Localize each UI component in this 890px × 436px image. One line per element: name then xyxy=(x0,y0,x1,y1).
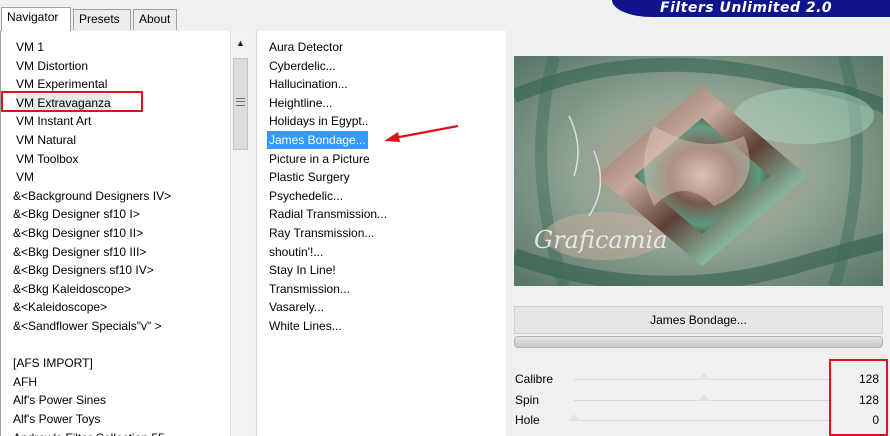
param-slider-thumb[interactable] xyxy=(568,414,580,421)
category-item[interactable]: Alf's Power Sines xyxy=(13,391,106,409)
category-item[interactable]: VM 1 xyxy=(16,38,44,56)
params-highlight-box xyxy=(829,359,888,436)
param-label: Spin xyxy=(515,393,540,407)
param-slider-track[interactable] xyxy=(574,420,833,421)
filter-item[interactable]: shoutin'!... xyxy=(267,243,325,261)
scroll-thumb[interactable] xyxy=(233,58,248,150)
filter-item[interactable]: Radial Transmission... xyxy=(267,205,389,223)
param-slider-thumb[interactable] xyxy=(697,373,710,380)
tab-about[interactable]: About xyxy=(133,9,177,30)
category-item[interactable]: VM Distortion xyxy=(16,57,88,75)
filter-item[interactable]: Stay In Line! xyxy=(267,261,338,279)
filter-item[interactable]: Cyberdelic... xyxy=(267,57,338,75)
tab-navigator[interactable]: Navigator xyxy=(1,7,71,31)
progress-bar xyxy=(514,336,883,348)
filter-item[interactable]: Transmission... xyxy=(267,280,352,298)
app-title-banner: Filters Unlimited 2.0 xyxy=(612,0,890,17)
category-item[interactable]: &<Sandflower Specials"v" > xyxy=(13,317,162,335)
param-slider-thumb[interactable] xyxy=(697,394,710,401)
param-row-hole[interactable]: Hole 0 xyxy=(514,410,883,430)
category-item[interactable]: &<Bkg Designers sf10 IV> xyxy=(13,261,154,279)
category-item[interactable]: VM xyxy=(16,168,34,186)
param-row-spin[interactable]: Spin 128 xyxy=(514,390,883,410)
category-item[interactable]: VM Toolbox xyxy=(16,150,78,168)
category-item[interactable]: AFH xyxy=(13,373,37,391)
preview-watermark: Graficamia xyxy=(534,226,667,254)
param-label: Hole xyxy=(515,413,540,427)
category-item[interactable]: &<Kaleidoscope> xyxy=(13,298,107,316)
preview-image: Graficamia xyxy=(514,56,883,286)
category-item[interactable]: Andrew's Filter Collection 55 xyxy=(13,429,165,436)
filter-item[interactable]: Plastic Surgery xyxy=(267,168,352,186)
filter-item[interactable]: White Lines... xyxy=(267,317,344,335)
filter-item-selected[interactable]: James Bondage... xyxy=(267,131,368,149)
category-item[interactable]: Alf's Power Toys xyxy=(13,410,100,428)
tab-presets[interactable]: Presets xyxy=(73,9,131,30)
tab-strip: Navigator Presets About Filters Unlimite… xyxy=(0,0,890,31)
category-item[interactable]: &<Bkg Designer sf10 I> xyxy=(13,205,140,223)
filter-name-button[interactable]: James Bondage... xyxy=(514,306,883,334)
category-item[interactable]: VM Natural xyxy=(16,131,76,149)
filter-list[interactable]: Aura Detector Cyberdelic... Hallucination.… xyxy=(256,31,506,436)
category-item[interactable]: &<Bkg Designer sf10 II> xyxy=(13,224,143,242)
filter-item[interactable]: Picture in a Picture xyxy=(267,150,372,168)
category-scrollbar[interactable]: ▲ xyxy=(230,31,250,436)
filter-item[interactable]: Vasarely... xyxy=(267,298,326,316)
filter-item[interactable]: Hallucination... xyxy=(267,75,350,93)
param-row-calibre[interactable]: Calibre 128 xyxy=(514,369,883,389)
category-item[interactable]: [AFS IMPORT] xyxy=(13,354,93,372)
filter-item[interactable]: Psychedelic... xyxy=(267,187,345,205)
filter-item[interactable]: Ray Transmission... xyxy=(267,224,376,242)
filter-item[interactable]: Holidays in Egypt.. xyxy=(267,112,370,130)
pointer-arrow-icon xyxy=(384,124,459,142)
scroll-up-arrow-icon[interactable]: ▲ xyxy=(231,37,250,49)
param-label: Calibre xyxy=(515,372,554,386)
filter-item[interactable]: Aura Detector xyxy=(267,38,345,56)
category-item[interactable]: &<Background Designers IV> xyxy=(13,187,171,205)
preview-artwork: Graficamia xyxy=(514,56,883,286)
category-item[interactable]: &<Bkg Kaleidoscope> xyxy=(13,280,131,298)
category-item[interactable]: VM Instant Art xyxy=(16,112,91,130)
category-item[interactable]: &<Bkg Designer sf10 III> xyxy=(13,243,146,261)
grip-icon xyxy=(236,98,245,106)
filter-item[interactable]: Heightline... xyxy=(267,94,334,112)
category-highlight-box xyxy=(1,91,143,112)
